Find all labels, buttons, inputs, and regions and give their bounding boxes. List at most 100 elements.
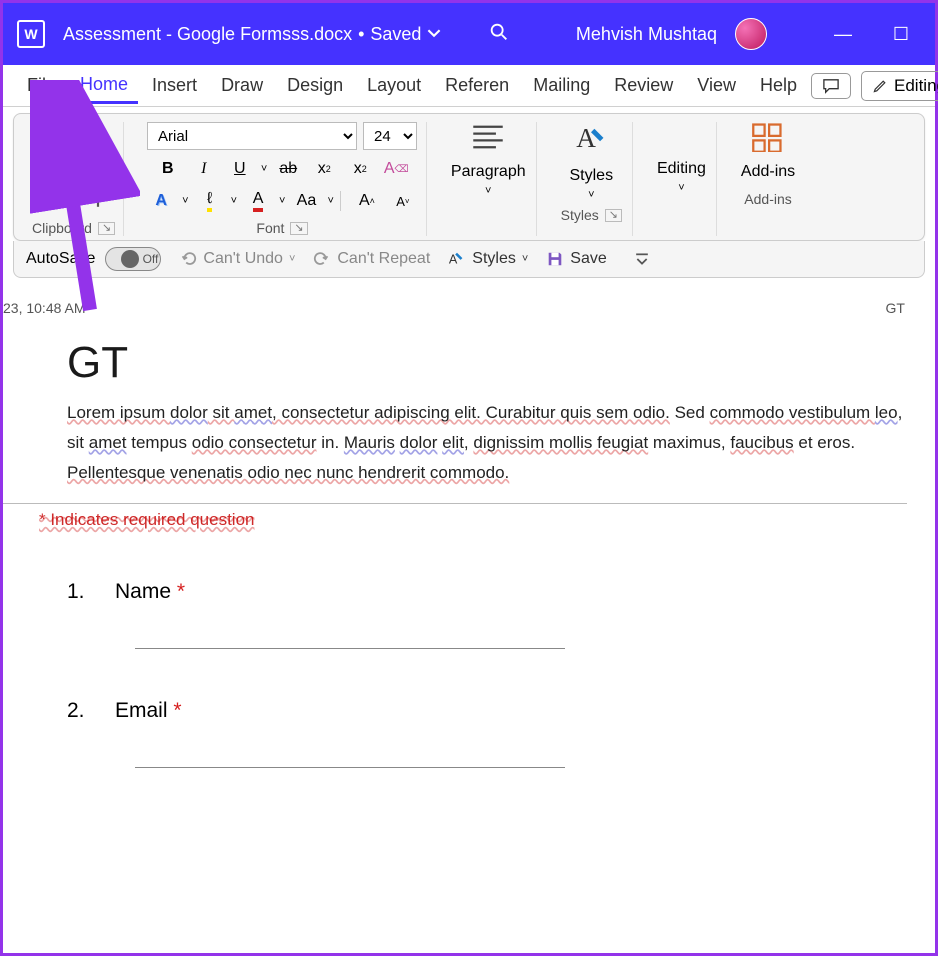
change-case-button[interactable]: Aa (291, 188, 321, 214)
search-icon[interactable] (488, 21, 510, 48)
chevron-down-icon[interactable]: ˅ (279, 195, 285, 207)
chevron-down-icon[interactable]: ˅ (231, 195, 237, 207)
menu-design[interactable]: Design (277, 69, 353, 102)
chevron-down-icon: ˅ (485, 185, 491, 197)
text-effects-button[interactable]: A (146, 188, 176, 214)
menu-help[interactable]: Help (750, 69, 807, 102)
redo-button[interactable]: Can't Repeat (313, 250, 430, 268)
font-name-select[interactable]: Arial (147, 122, 357, 150)
doc-heading[interactable]: GT (67, 338, 907, 388)
question-label: Name (115, 580, 171, 603)
dialog-launcher-icon[interactable]: ↘ (290, 222, 307, 235)
highlight-button[interactable]: ℓ (195, 188, 225, 214)
required-asterisk: * (173, 699, 181, 722)
copy-icon[interactable] (87, 157, 109, 179)
cut-icon[interactable] (87, 127, 109, 149)
redo-label: Can't Repeat (337, 250, 430, 268)
addins-group-label: Add-ins (744, 191, 791, 207)
clipboard-label: Clipboard (32, 220, 92, 236)
styles-group-label: Styles (561, 207, 599, 223)
chevron-down-icon[interactable] (427, 24, 441, 45)
chevron-down-icon[interactable]: ˅ (261, 163, 267, 175)
chevron-down-icon[interactable]: ˅ (182, 195, 188, 207)
group-paragraph[interactable]: Paragraph ˅ (441, 122, 537, 236)
menu-file[interactable]: File (17, 69, 66, 102)
header-timestamp: 23, 10:48 AM (3, 300, 86, 316)
font-label: Font (256, 220, 284, 236)
paste-button[interactable]: Paste ˅ (38, 129, 82, 207)
svg-text:A: A (577, 123, 597, 153)
titlebar: W Assessment - Google Formsss.docx • Sav… (3, 3, 935, 65)
required-note: * Indicates required question (39, 510, 907, 530)
italic-button[interactable]: I (189, 156, 219, 182)
subscript-button[interactable]: x2 (309, 156, 339, 182)
chevron-down-icon: ˅ (588, 189, 594, 201)
styles-quick-button[interactable]: A Styles˅ (448, 250, 528, 268)
doc-paragraph[interactable]: Lorem ipsum dolor sit amet, consectetur … (67, 398, 907, 487)
chevron-down-icon: ˅ (678, 182, 684, 194)
group-styles[interactable]: A Styles ˅ Styles ↘ (551, 122, 633, 236)
format-painter-icon[interactable] (87, 187, 109, 209)
addins-label: Add-ins (741, 163, 795, 181)
shrink-font-button[interactable]: A˅ (388, 188, 418, 214)
question-2: 2. Email * (67, 699, 907, 768)
addins-icon (751, 122, 785, 159)
autosave-label: AutoSave (26, 250, 95, 268)
menu-references[interactable]: Referen (435, 69, 519, 102)
font-size-select[interactable]: 24 (363, 122, 417, 150)
styles-quick-label: Styles (472, 250, 516, 268)
doc-status-sep: • (358, 24, 364, 45)
question-number: 1. (67, 580, 91, 649)
editing-label: Editing (894, 76, 938, 96)
menu-view[interactable]: View (687, 69, 746, 102)
question-number: 2. (67, 699, 91, 768)
bold-button[interactable]: B (153, 156, 183, 182)
answer-line[interactable] (135, 648, 565, 649)
clear-formatting-icon[interactable]: A⌫ (381, 156, 411, 182)
superscript-button[interactable]: x2 (345, 156, 375, 182)
group-clipboard: Paste ˅ Clipboard ↘ (24, 122, 124, 236)
font-color-button[interactable]: A (243, 188, 273, 214)
comments-button[interactable] (811, 73, 851, 99)
menu-layout[interactable]: Layout (357, 69, 431, 102)
required-asterisk: * (177, 580, 185, 603)
group-font: Arial 24 B I U ˅ ab x2 x2 A⌫ A˅ ℓ˅ A˅ Aa… (138, 122, 427, 236)
customize-qat-icon[interactable] (635, 252, 649, 266)
doc-status: Saved (370, 24, 421, 45)
underline-button[interactable]: U (225, 156, 255, 182)
user-name[interactable]: Mehvish Mushtaq (576, 24, 717, 45)
question-label: Email (115, 699, 168, 722)
minimize-button[interactable]: — (823, 24, 863, 45)
dialog-launcher-icon[interactable]: ↘ (605, 209, 622, 222)
menu-home[interactable]: Home (70, 68, 138, 104)
avatar[interactable] (735, 18, 767, 50)
strikethrough-button[interactable]: ab (273, 156, 303, 182)
chevron-down-icon[interactable]: ˅ (327, 195, 333, 207)
page-header: 23, 10:48 AM GT (3, 296, 925, 320)
document-title[interactable]: Assessment - Google Formsss.docx • Saved (63, 24, 441, 45)
document-area[interactable]: 23, 10:48 AM GT GT Lorem ipsum dolor sit… (3, 296, 935, 876)
menu-mailings[interactable]: Mailing (523, 69, 600, 102)
dialog-launcher-icon[interactable]: ↘ (98, 222, 115, 235)
undo-label: Can't Undo (203, 250, 283, 268)
maximize-button[interactable]: ☐ (881, 24, 921, 45)
editing-mode-button[interactable]: Editing ˅ (861, 71, 938, 101)
autosave-toggle[interactable]: Off (105, 247, 161, 271)
ribbon: Paste ˅ Clipboard ↘ Arial 24 B I U ˅ ab (13, 113, 925, 241)
group-addins[interactable]: Add-ins Add-ins (731, 122, 805, 236)
word-app-icon: W (17, 20, 45, 48)
autosave-state: Off (143, 252, 159, 266)
menu-draw[interactable]: Draw (211, 69, 273, 102)
doc-name: Assessment - Google Formsss.docx (63, 24, 352, 45)
styles-icon: A (574, 122, 608, 163)
styles-label: Styles (570, 167, 614, 185)
grow-font-button[interactable]: A˄ (352, 188, 382, 214)
group-editing[interactable]: Editing ˅ (647, 122, 717, 236)
menu-insert[interactable]: Insert (142, 69, 207, 102)
answer-line[interactable] (135, 767, 565, 768)
save-button[interactable]: Save (546, 250, 606, 268)
editing-group-label: Editing (657, 160, 706, 178)
menu-review[interactable]: Review (604, 69, 683, 102)
undo-button[interactable]: Can't Undo˅ (179, 250, 295, 268)
question-1: 1. Name * (67, 580, 907, 649)
